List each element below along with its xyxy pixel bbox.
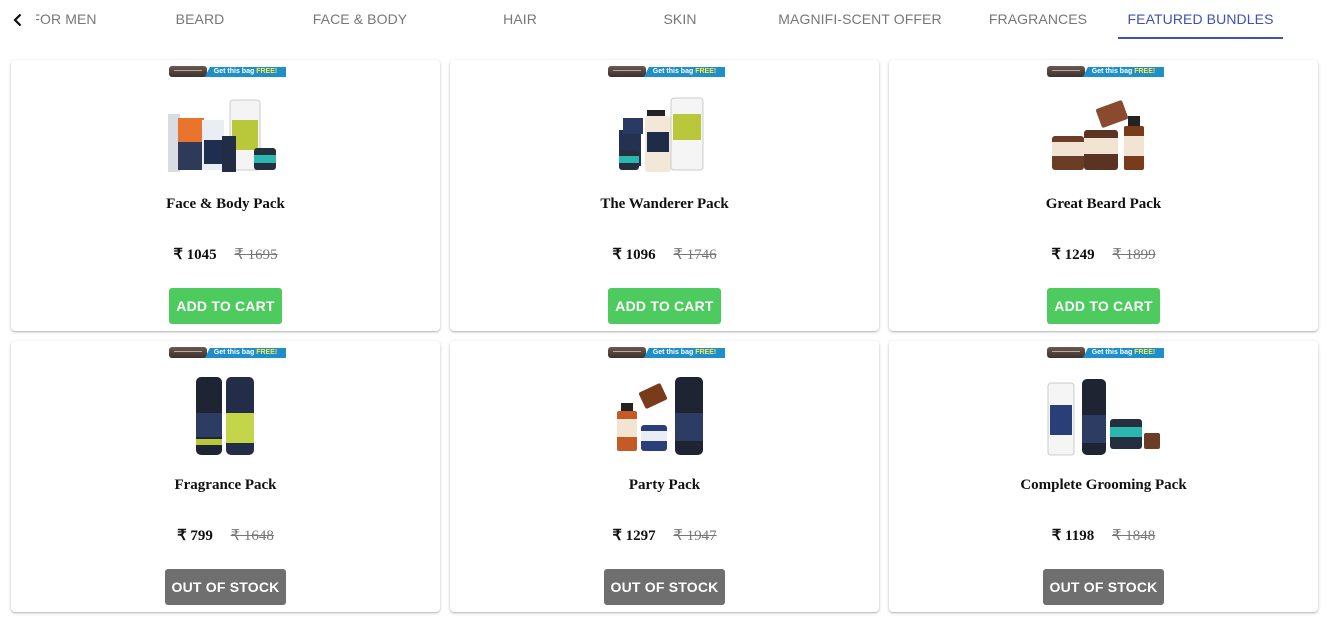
badge-text: Get this bag: [213, 68, 257, 75]
original-price: ₹ 1848: [1111, 528, 1156, 544]
badge-highlight: FREE!: [1134, 349, 1156, 356]
price-row: ₹ 1045 ₹ 1695: [11, 245, 440, 264]
price-row: ₹ 799 ₹ 1648: [11, 526, 440, 545]
badge-text: Get this bag: [213, 349, 257, 356]
chevron-left-icon: [13, 13, 22, 27]
active-tab-indicator: [1118, 37, 1283, 39]
original-price: ₹ 1947: [673, 528, 717, 544]
original-price: ₹ 1648: [230, 528, 274, 544]
product-card-face-body-pack[interactable]: Get this bag FREE! Face & Body Pack ₹ 10…: [11, 60, 440, 331]
price-row: ₹ 1096 ₹ 1746: [450, 245, 879, 264]
sale-price: ₹ 1096: [612, 247, 656, 263]
bag-icon: [169, 66, 207, 77]
scroll-back-button[interactable]: [0, 0, 36, 40]
original-price: ₹ 1695: [234, 247, 278, 263]
badge-highlight: FREE!: [1134, 68, 1156, 75]
party-pack-products-icon: [617, 377, 703, 455]
fragrance-pack-products-icon: [196, 377, 254, 455]
product-title[interactable]: Fragrance Pack: [11, 477, 440, 494]
bag-icon: [608, 66, 646, 77]
product-image[interactable]: Get this bag FREE!: [166, 347, 286, 467]
add-to-cart-button[interactable]: ADD TO CART: [169, 288, 282, 324]
price-row: ₹ 1249 ₹ 1899: [889, 245, 1318, 264]
free-bag-badge: Get this bag FREE!: [1044, 66, 1164, 78]
product-title[interactable]: Complete Grooming Pack: [889, 477, 1318, 494]
sale-price: ₹ 1297: [612, 528, 656, 544]
original-price: ₹ 1899: [1112, 247, 1156, 263]
tab-skin[interactable]: SKIN: [620, 0, 740, 38]
out-of-stock-button[interactable]: OUT OF STOCK: [1043, 569, 1164, 605]
tab-face-body[interactable]: FACE & BODY: [290, 0, 430, 38]
bag-icon: [169, 347, 207, 358]
badge-highlight: FREE!: [695, 349, 717, 356]
wanderer-pack-products-icon: [619, 97, 704, 172]
product-image[interactable]: Get this bag FREE!: [166, 66, 286, 186]
bag-icon: [1047, 66, 1085, 77]
badge-text: Get this bag: [652, 68, 696, 75]
price-row: ₹ 1198 ₹ 1848: [889, 526, 1318, 545]
tab-hair[interactable]: HAIR: [460, 0, 580, 38]
badge-highlight: FREE!: [695, 68, 717, 75]
product-title[interactable]: Party Pack: [450, 477, 879, 494]
free-bag-badge: Get this bag FREE!: [605, 66, 725, 78]
sale-price: ₹ 1045: [173, 247, 217, 263]
add-to-cart-button[interactable]: ADD TO CART: [1047, 288, 1160, 324]
product-card-wanderer-pack[interactable]: Get this bag FREE! The Wanderer Pack ₹ 1…: [450, 60, 879, 331]
tab-magnifi-scent-offer[interactable]: MAGNIFI-SCENT OFFER: [770, 0, 950, 38]
product-card-fragrance-pack[interactable]: Get this bag FREE! Fragrance Pack ₹ 799 …: [11, 341, 440, 612]
category-tab-bar: FOR MEN BEARD FACE & BODY HAIR SKIN MAGN…: [0, 0, 1329, 42]
great-beard-pack-products-icon: [1052, 100, 1144, 170]
original-price: ₹ 1746: [673, 247, 717, 263]
badge-text: Get this bag: [1091, 68, 1135, 75]
product-title[interactable]: Great Beard Pack: [889, 196, 1318, 213]
product-image[interactable]: Get this bag FREE!: [1044, 66, 1164, 186]
bag-icon: [608, 347, 646, 358]
product-image[interactable]: Get this bag FREE!: [605, 66, 725, 186]
free-bag-badge: Get this bag FREE!: [605, 347, 725, 359]
badge-highlight: FREE!: [256, 68, 278, 75]
complete-grooming-pack-products-icon: [1047, 379, 1160, 456]
free-bag-badge: Get this bag FREE!: [1044, 347, 1164, 359]
add-to-cart-button[interactable]: ADD TO CART: [608, 288, 721, 324]
price-row: ₹ 1297 ₹ 1947: [450, 526, 879, 545]
product-card-great-beard-pack[interactable]: Get this bag FREE! Great Beard Pack ₹ 12…: [889, 60, 1318, 331]
product-title[interactable]: The Wanderer Pack: [450, 196, 879, 213]
badge-text: Get this bag: [652, 349, 696, 356]
product-image[interactable]: Get this bag FREE!: [1044, 347, 1164, 467]
out-of-stock-button[interactable]: OUT OF STOCK: [604, 569, 725, 605]
product-title[interactable]: Face & Body Pack: [11, 196, 440, 213]
badge-text: Get this bag: [1091, 349, 1135, 356]
badge-highlight: FREE!: [256, 349, 278, 356]
sale-price: ₹ 799: [177, 528, 213, 544]
product-card-party-pack[interactable]: Get this bag FREE! Party Pack ₹ 1297 ₹ 1…: [450, 341, 879, 612]
sale-price: ₹ 1249: [1051, 247, 1095, 263]
face-body-pack-products-icon: [168, 99, 276, 172]
free-bag-badge: Get this bag FREE!: [166, 347, 286, 359]
product-image[interactable]: Get this bag FREE!: [605, 347, 725, 467]
tab-fragrances[interactable]: FRAGRANCES: [978, 0, 1098, 38]
out-of-stock-button[interactable]: OUT OF STOCK: [165, 569, 286, 605]
tab-featured-bundles[interactable]: FEATURED BUNDLES: [1118, 0, 1283, 38]
free-bag-badge: Get this bag FREE!: [166, 66, 286, 78]
sale-price: ₹ 1198: [1051, 528, 1095, 544]
product-card-complete-grooming-pack[interactable]: Get this bag FREE! Complete Grooming Pac…: [889, 341, 1318, 612]
bag-icon: [1047, 347, 1085, 358]
tab-beard[interactable]: BEARD: [140, 0, 260, 38]
